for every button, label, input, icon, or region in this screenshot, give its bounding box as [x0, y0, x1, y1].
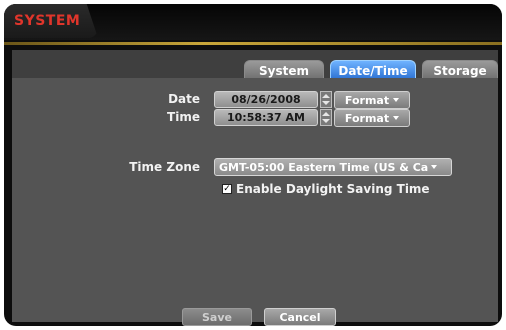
settings-panel: System Date/Time Storage Date 08/26/2008… — [12, 50, 498, 326]
date-label: Date — [168, 92, 200, 106]
time-field[interactable]: 10:58:37 AM — [214, 109, 318, 126]
time-zone-label: Time Zone — [129, 160, 200, 174]
date-format-button[interactable]: Format — [334, 91, 410, 109]
checkmark-icon: ✓ — [223, 183, 231, 194]
date-spinner[interactable] — [320, 91, 332, 108]
time-label: Time — [167, 110, 200, 124]
tab-storage[interactable]: Storage — [422, 60, 498, 80]
spin-down-icon — [322, 101, 330, 106]
title-divider — [4, 42, 502, 45]
dst-label: Enable Daylight Saving Time — [236, 182, 430, 196]
save-button[interactable]: Save — [182, 308, 252, 326]
date-time-content: Date 08/26/2008 Format Time 10:58:37 AM — [12, 78, 498, 326]
date-format-label: Format — [344, 93, 390, 107]
time-zone-select[interactable]: GMT-05:00 Eastern Time (US & Ca — [214, 158, 452, 176]
tab-storage-label: Storage — [433, 63, 487, 78]
date-value: 08/26/2008 — [231, 93, 301, 106]
tab-system[interactable]: System — [244, 60, 324, 80]
dst-checkbox[interactable]: ✓ — [222, 184, 232, 194]
chevron-down-icon — [431, 165, 438, 169]
save-label: Save — [202, 310, 232, 324]
title-bar: SYSTEM — [4, 4, 502, 40]
time-zone-value: GMT-05:00 Eastern Time (US & Ca — [219, 160, 429, 174]
chevron-down-icon — [393, 98, 400, 102]
cancel-button[interactable]: Cancel — [264, 308, 336, 326]
date-field[interactable]: 08/26/2008 — [214, 91, 318, 108]
tab-date-time[interactable]: Date/Time — [330, 60, 416, 80]
time-format-button[interactable]: Format — [334, 109, 410, 127]
time-value: 10:58:37 AM — [226, 111, 305, 124]
spin-up-icon — [322, 111, 330, 116]
time-spinner[interactable] — [320, 109, 332, 126]
window-title: SYSTEM — [14, 13, 81, 29]
tab-date-time-label: Date/Time — [338, 63, 408, 78]
time-format-label: Format — [344, 111, 390, 125]
tab-system-label: System — [259, 63, 309, 78]
cancel-label: Cancel — [279, 310, 321, 324]
title-tab: SYSTEM — [4, 4, 98, 38]
system-window: SYSTEM System Date/Time Storage Date 08/… — [4, 4, 502, 326]
spin-up-icon — [322, 93, 330, 98]
chevron-down-icon — [393, 116, 400, 120]
spin-down-icon — [322, 119, 330, 124]
